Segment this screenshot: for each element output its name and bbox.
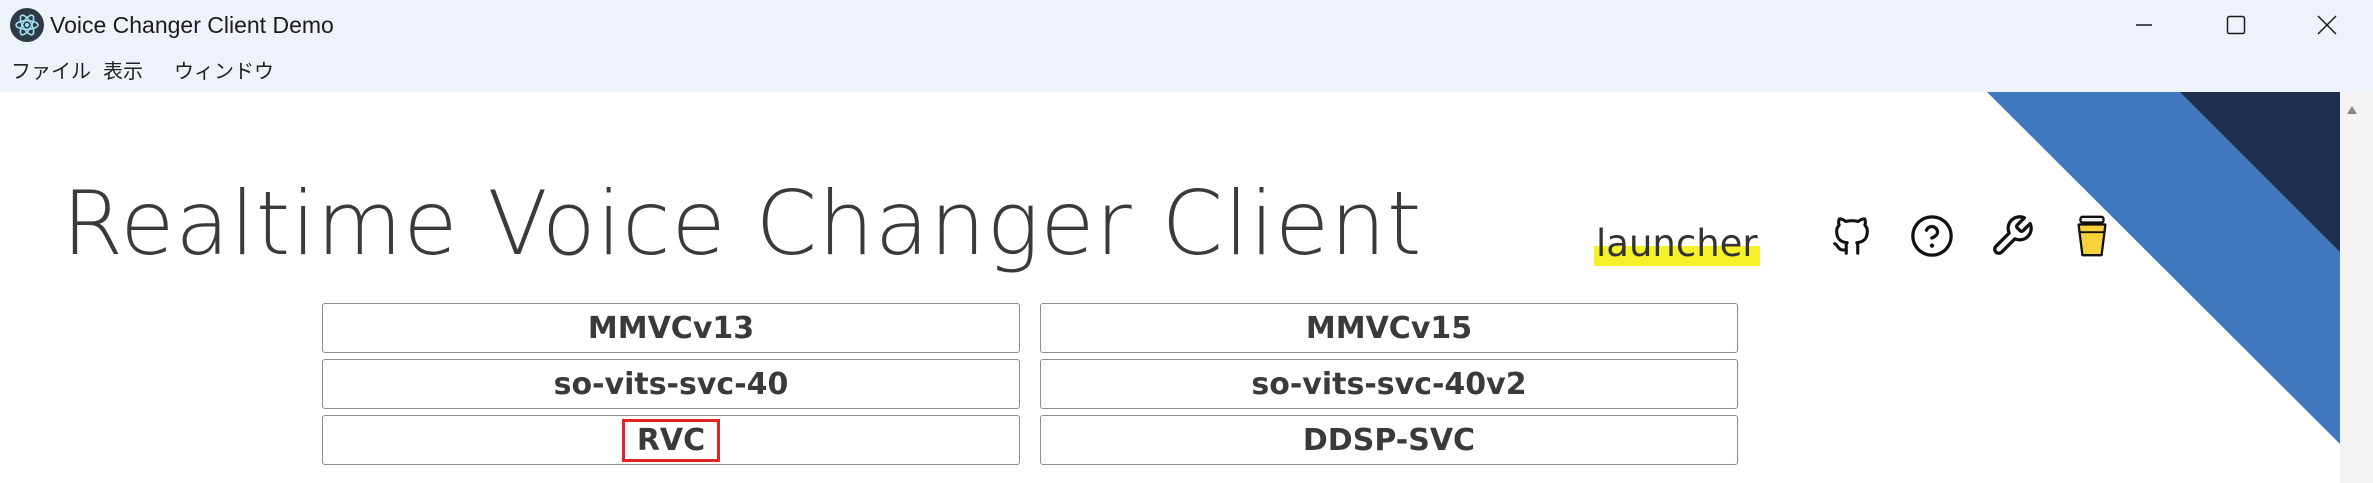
donate-button[interactable] — [2064, 208, 2120, 264]
menu-view[interactable]: 表示 — [103, 58, 143, 84]
client-button-label: so-vits-svc-40v2 — [1251, 366, 1527, 402]
settings-button[interactable] — [1984, 208, 2040, 264]
client-button-ddsp-svc[interactable]: DDSP-SVC — [1040, 415, 1738, 465]
client-button-rvc[interactable]: RVC — [322, 415, 1020, 465]
maximize-button[interactable] — [2190, 0, 2282, 50]
github-icon — [1833, 217, 1869, 255]
title-bar: Voice Changer Client Demo — [0, 0, 2373, 50]
chevron-up-icon — [2347, 106, 2357, 114]
menu-bar: ファイル 表示 ウィンドウ — [0, 50, 2373, 92]
client-button-label: MMVCv15 — [1305, 310, 1473, 346]
menu-file[interactable]: ファイル — [11, 58, 91, 84]
help-icon — [1911, 215, 1953, 257]
scrollbar-up-arrow[interactable] — [2342, 100, 2362, 120]
wrench-icon — [1993, 215, 2033, 255]
help-button[interactable] — [1904, 208, 1960, 264]
client-button-mmvcv15[interactable]: MMVCv15 — [1040, 303, 1738, 353]
minimize-icon — [2136, 24, 2152, 26]
client-button-label: DDSP-SVC — [1302, 422, 1476, 458]
client-button-mmvcv13[interactable]: MMVCv13 — [322, 303, 1020, 353]
client-button-label: MMVCv13 — [587, 310, 755, 346]
coffee-cup-icon — [2077, 215, 2107, 257]
client-button-so-vits-svc-40v2[interactable]: so-vits-svc-40v2 — [1040, 359, 1738, 409]
page-title: Realtime Voice Changer Client — [62, 172, 1423, 275]
client-button-label-highlighted: RVC — [621, 418, 721, 462]
minimize-button[interactable] — [2098, 0, 2190, 50]
maximize-icon — [2226, 15, 2246, 35]
github-link[interactable] — [1824, 208, 1880, 264]
client-button-label: so-vits-svc-40 — [553, 366, 789, 402]
electron-atom-icon — [10, 8, 44, 42]
client-button-so-vits-svc-40[interactable]: so-vits-svc-40 — [322, 359, 1020, 409]
close-icon — [2317, 15, 2337, 35]
menu-window[interactable]: ウィンドウ — [174, 58, 274, 84]
launcher-label: launcher — [1594, 222, 1760, 266]
close-button[interactable] — [2281, 0, 2373, 50]
main-content: Realtime Voice Changer Client launcher M… — [0, 92, 2373, 483]
window-title: Voice Changer Client Demo — [50, 12, 334, 38]
